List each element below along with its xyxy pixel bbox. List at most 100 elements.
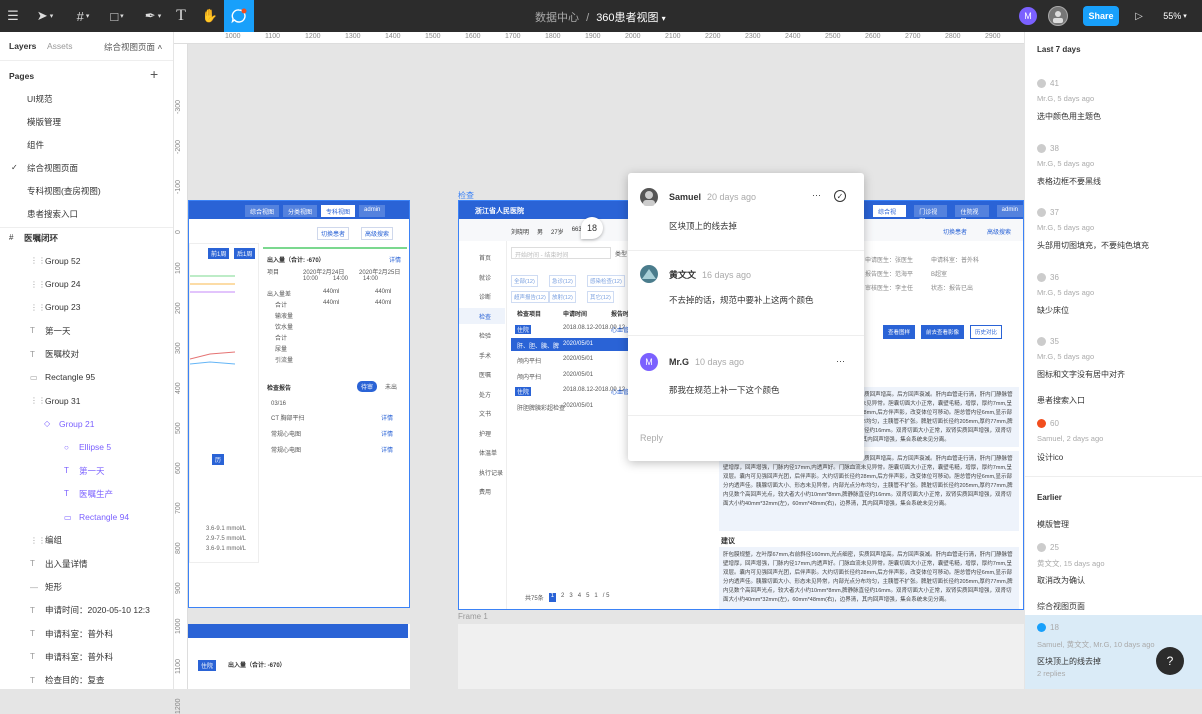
comment-item[interactable]: 35	[1037, 337, 1059, 346]
frame-tool-icon[interactable]: # ▾	[70, 0, 96, 32]
tab-layers[interactable]: Layers	[9, 41, 36, 51]
comment-meta: Mr.G, 5 days ago	[1037, 158, 1095, 168]
breadcrumb-project[interactable]: 数据中心	[535, 12, 579, 24]
comment-message: 头部用切图填充，不要纯色填充	[1037, 241, 1149, 250]
mock-io-row-label: 合计	[275, 303, 288, 309]
mock-detail-field: 报告医生：范海平	[865, 272, 914, 278]
comment-item[interactable]: 41	[1037, 79, 1059, 88]
layer-item[interactable]: T 出入量详情	[0, 552, 173, 575]
layer-item[interactable]: ⋮⋮ Group 31	[0, 389, 173, 412]
layer-item[interactable]: ⋮⋮ Group 52	[0, 249, 173, 272]
zoom-menu[interactable]: 55% ▾	[1160, 0, 1190, 32]
mock-row-item: 住院	[515, 387, 532, 396]
mock-detail-button: 查看图样	[883, 325, 916, 339]
comment-pin[interactable]: 18	[581, 217, 603, 239]
layer-item[interactable]: ◇ Group 21	[0, 412, 173, 435]
mock-tab: 专科视图	[321, 205, 356, 217]
comment-replies[interactable]: 2 replies	[1037, 669, 1065, 678]
text-tool-icon[interactable]: T	[172, 0, 190, 32]
comment-text-2: 不去掉的话，规范中要补上这两个颜色	[669, 295, 814, 305]
share-button[interactable]: Share	[1083, 6, 1119, 26]
hand-tool-icon[interactable]: ✋	[200, 0, 220, 32]
more-options-icon[interactable]: ···	[836, 356, 845, 366]
layer-type-icon: T	[64, 466, 69, 475]
comment-item-earlier[interactable]: 25	[1037, 543, 1059, 552]
ruler-tick-label: 0	[175, 230, 182, 234]
divider	[628, 250, 864, 251]
frame-left-mock[interactable]: 综合视图 分类视图 专科视图 admin 切换患者 高级搜索 前1周 后1周 历 3.…	[188, 200, 410, 608]
mock-lab-3: 3.6-9.1 mmol/L	[206, 546, 247, 552]
layer-item[interactable]: ⋮⋮ Group 23	[0, 296, 173, 319]
frame-1[interactable]	[458, 624, 1024, 689]
comment-item[interactable]: 37	[1037, 208, 1059, 217]
layer-item[interactable]: — 矩形	[0, 576, 173, 599]
mock-week-prev: 前1周	[208, 248, 230, 259]
layer-item[interactable]: ⋮⋮ 编组	[0, 529, 173, 552]
layer-item[interactable]: T 医嘱校对	[0, 343, 173, 366]
layer-item[interactable]: ▭ Rectangle 95	[0, 366, 173, 389]
file-name[interactable]: 360患者视图	[596, 12, 658, 24]
layer-type-icon: ⋮⋮	[30, 279, 46, 289]
page-dropdown[interactable]: 综合视图页面 ˄	[104, 41, 162, 53]
ruler-tick-label: 1400	[385, 33, 401, 40]
mock-pager-item: 4	[577, 593, 582, 599]
page-item-label: 模版管理	[27, 116, 62, 127]
present-icon[interactable]: ▷	[1132, 0, 1146, 32]
user-avatar-photo[interactable]	[1048, 6, 1068, 26]
ruler-tick-label: 1300	[345, 33, 361, 40]
page-item[interactable]: ✓ 综合视图页面	[0, 156, 173, 179]
comment-dot-icon	[1037, 419, 1046, 428]
comment-item-search[interactable]: 60	[1037, 419, 1059, 428]
resolve-check-icon[interactable]: ✓	[834, 190, 846, 202]
patient-field: 刘晓明	[511, 230, 530, 236]
mock-row-date: 2020/05/01	[563, 402, 594, 409]
comment-tool-icon[interactable]	[224, 0, 254, 32]
page-item[interactable]: 专科视图(查房视图)	[0, 179, 173, 202]
shape-tool-icon[interactable]: □ ▾	[104, 0, 130, 32]
mock-pager-item: 3	[569, 593, 573, 599]
help-button[interactable]: ?	[1156, 647, 1184, 675]
main-menu-icon[interactable]: ☰	[4, 0, 22, 32]
reply-input[interactable]: Reply	[640, 433, 663, 443]
layer-item[interactable]: T 检查目的：复查	[0, 669, 173, 689]
layer-item[interactable]: ▭ Rectangle 94	[0, 506, 173, 529]
layer-type-icon: T	[30, 675, 35, 685]
page-item[interactable]: 模版管理	[0, 110, 173, 133]
layer-item[interactable]: ○ Ellipse 5	[0, 436, 173, 459]
layer-item[interactable]: T 医嘱生产	[0, 482, 173, 505]
ruler-tick-label: 1900	[585, 33, 601, 40]
mock-detail-field: B超室	[931, 272, 948, 278]
layer-item[interactable]: T 申请科室：普外科	[0, 645, 173, 668]
tab-assets[interactable]: Assets	[47, 41, 73, 51]
mock-nav-item: 费用	[479, 490, 492, 496]
comment-item[interactable]: 36	[1037, 272, 1059, 282]
comment-count: 25	[1050, 543, 1059, 552]
layer-item[interactable]: T 第一天	[0, 319, 173, 342]
layer-item[interactable]: T 申请科室：普外科	[0, 622, 173, 645]
mock-detail-field: 申请医生：张医生	[865, 258, 914, 264]
page-item[interactable]: 组件	[0, 133, 173, 156]
add-page-icon[interactable]: +	[150, 66, 158, 82]
layer-item[interactable]: # 医嘱闭环	[0, 226, 173, 249]
page-item-label: 综合视图页面	[27, 162, 79, 173]
more-options-icon[interactable]: ···	[812, 190, 821, 200]
user-avatar-m[interactable]: M	[1019, 7, 1037, 25]
ruler-tick-label: 1200	[175, 698, 182, 714]
comment-meta: Mr.G, 5 days ago	[1037, 287, 1095, 297]
frame-label-frame1[interactable]: Frame 1	[458, 612, 488, 621]
mock-detail-buttons: 查看图样 前去查看影像 历史对比	[883, 325, 1003, 339]
ruler-tick-label: 2300	[745, 33, 761, 40]
layer-item[interactable]: T 申请时间：2020-05-10 12:3	[0, 599, 173, 622]
frame-left-mini[interactable]: 住院 出入量（合计: -670）	[188, 624, 410, 689]
comment-author-1: Samuel 20 days ago	[669, 192, 757, 202]
layer-item[interactable]: T 第一天	[0, 459, 173, 482]
pen-tool-icon[interactable]: ✒ ▾	[140, 0, 166, 32]
design-canvas[interactable]: 综合视图 分类视图 专科视图 admin 切换患者 高级搜索 前1周 后1周 历 3.…	[188, 44, 1024, 689]
layer-label: 申请科室：普外科	[45, 651, 114, 662]
layer-item[interactable]: ⋮⋮ Group 24	[0, 273, 173, 296]
mock-row-item: 肝、胆、胰、脾	[517, 343, 560, 350]
page-item[interactable]: UI规范	[0, 87, 173, 110]
page-item[interactable]: 患者搜索入口	[0, 202, 173, 225]
comment-item[interactable]: 38	[1037, 143, 1059, 153]
move-tool-icon[interactable]: ➤ ▾	[32, 0, 58, 32]
